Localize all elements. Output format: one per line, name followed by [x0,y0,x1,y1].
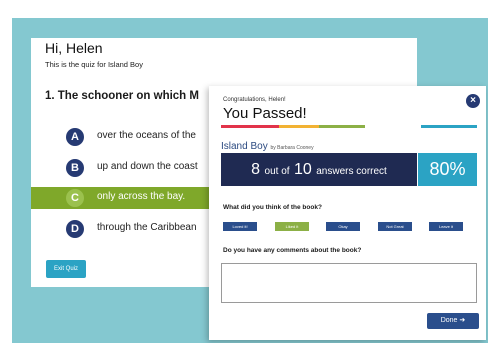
comment-field[interactable] [221,263,477,303]
stripe-blue [421,125,477,128]
rating-loved-button[interactable]: Loved it! [223,222,257,231]
book-author: by Barbara Cooney [270,145,314,151]
stripe-green [319,125,365,128]
score-total: 10 [294,161,312,178]
exit-quiz-button[interactable]: Exit Quiz [46,260,86,278]
comment-question: Do you have any comments about the book? [223,247,362,254]
answer-option-a[interactable]: A over the oceans of the [31,126,211,148]
done-button[interactable]: Done ➜ [427,313,479,329]
book-title: Island Boy [221,141,268,152]
rating-okay-button[interactable]: Okay [326,222,360,231]
answer-option-c[interactable]: C only across the bay. [31,187,211,209]
score-suffix: answers correct [316,166,387,177]
book-info: Island Boy by Barbara Cooney [221,141,314,152]
done-label: Done [440,317,458,324]
greeting: Hi, Helen [45,40,103,56]
score-of: out of [264,166,290,177]
option-letter-a: A [66,128,84,146]
option-letter-c: C [66,189,84,207]
stripe-gap [365,125,421,128]
quiz-subtitle: This is the quiz for Island Boy [45,60,143,69]
option-text-c: only across the bay. [97,191,186,202]
score-correct: 8 [251,161,261,178]
option-letter-b: B [66,159,84,177]
question-text: 1. The schooner on which M [45,90,199,102]
congrats-text: Congratulations, Helen! [223,97,286,103]
rating-leave-button[interactable]: Leave it [429,222,463,231]
rating-liked-button[interactable]: Liked it [275,222,309,231]
option-text-b: up and down the coast [97,161,198,172]
stripe-yellow [279,125,319,128]
arrow-right-icon: ➜ [459,317,466,324]
option-letter-d: D [66,220,84,238]
passed-headline: You Passed! [223,105,307,122]
option-text-d: through the Caribbean [97,222,197,233]
answer-option-d[interactable]: D through the Caribbean [31,218,211,240]
option-text-a: over the oceans of the [97,130,196,141]
result-modal: Congratulations, Helen! You Passed! × Is… [209,86,486,340]
stripe-red [221,125,279,128]
color-stripe [221,125,477,128]
rating-not-great-button[interactable]: Not Great [378,222,412,231]
close-icon[interactable]: × [466,94,480,108]
rating-question: What did you think of the book? [223,204,322,211]
answer-option-b[interactable]: B up and down the coast [31,157,211,179]
score-percent: 80% [418,153,477,186]
score-box: 8 out of 10 answers correct [221,153,417,186]
